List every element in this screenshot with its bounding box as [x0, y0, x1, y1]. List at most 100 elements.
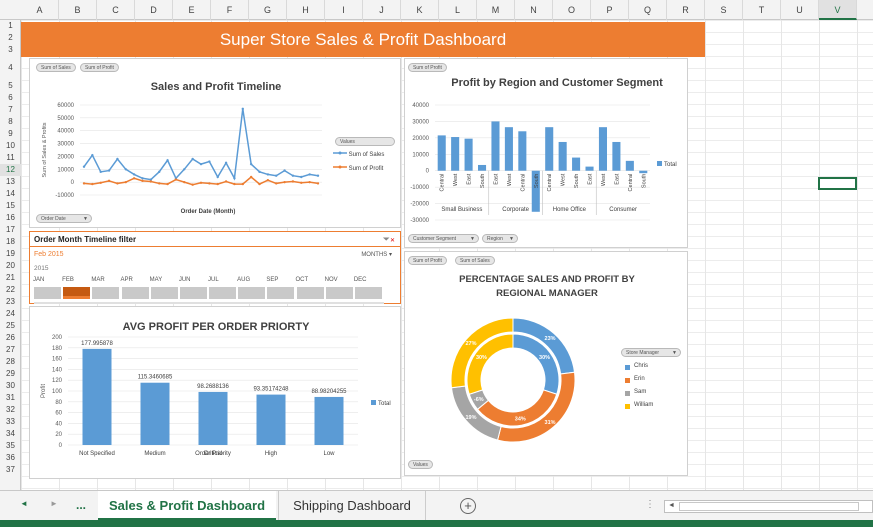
scroll-tabs-left-icon[interactable]: ◄	[20, 499, 28, 508]
month-bar-apr[interactable]	[121, 287, 149, 299]
row-header-29[interactable]: 29	[0, 368, 21, 380]
more-sheets-button[interactable]: ...	[76, 498, 86, 512]
tab-shipping-dashboard[interactable]: Shipping Dashboard	[278, 491, 426, 521]
row-header-34[interactable]: 34	[0, 428, 21, 440]
column-header-O[interactable]: O	[553, 0, 591, 20]
month-label-aug: AUG	[237, 277, 251, 283]
row-header-22[interactable]: 22	[0, 284, 21, 296]
row-header-37[interactable]: 37	[0, 464, 21, 476]
month-bar-nov[interactable]	[325, 287, 353, 299]
row-header-13[interactable]: 13	[0, 176, 21, 188]
column-header-M[interactable]: M	[477, 0, 515, 20]
row-header-18[interactable]: 18	[0, 236, 21, 248]
row-header-30[interactable]: 30	[0, 380, 21, 392]
row-header-21[interactable]: 21	[0, 272, 21, 284]
row-header-2[interactable]: 2	[0, 32, 21, 44]
selected-cell-outline[interactable]	[818, 177, 857, 190]
timeline-level-dropdown[interactable]: MONTHS ▾	[361, 251, 392, 258]
row-header-17[interactable]: 17	[0, 224, 21, 236]
tab-split-handle[interactable]: ⋮	[645, 499, 655, 510]
column-header-I[interactable]: I	[325, 0, 363, 20]
month-bar-dec[interactable]	[354, 287, 382, 299]
row-header-35[interactable]: 35	[0, 440, 21, 452]
clear-filter-icon[interactable]: ⏷✕	[383, 234, 395, 245]
column-header-T[interactable]: T	[743, 0, 781, 20]
row-header-19[interactable]: 19	[0, 248, 21, 260]
column-header-P[interactable]: P	[591, 0, 629, 20]
column-header-E[interactable]: E	[173, 0, 211, 20]
column-header-B[interactable]: B	[59, 0, 97, 20]
row-header-8[interactable]: 8	[0, 116, 21, 128]
month-bar-may[interactable]	[150, 287, 178, 299]
row-header-7[interactable]: 7	[0, 104, 21, 116]
timeline-scrollbar[interactable]	[34, 302, 384, 304]
tab-sales-profit-dashboard[interactable]: Sales & Profit Dashboard	[98, 491, 276, 521]
month-bar-mar[interactable]	[92, 287, 120, 299]
row-header-28[interactable]: 28	[0, 356, 21, 368]
column-header-L[interactable]: L	[439, 0, 477, 20]
column-header-R[interactable]: R	[667, 0, 705, 20]
row-header-4[interactable]: 4	[0, 56, 21, 80]
data-point	[216, 175, 219, 179]
month-bar-oct[interactable]	[296, 287, 324, 299]
column-header-D[interactable]: D	[135, 0, 173, 20]
values-legend-pill[interactable]: Values	[335, 137, 395, 146]
avg-profit-priority-chart[interactable]: AVG PROFIT PER ORDER PRIORTY 0 20 40 60 80 10…	[29, 306, 401, 479]
row-header-15[interactable]: 15	[0, 200, 21, 212]
row-header-24[interactable]: 24	[0, 308, 21, 320]
row-header-6[interactable]: 6	[0, 92, 21, 104]
row-header-9[interactable]: 9	[0, 128, 21, 140]
sales-line-icon	[333, 151, 347, 155]
column-header-N[interactable]: N	[515, 0, 553, 20]
row-header-12[interactable]: 12	[0, 164, 21, 176]
regional-manager-donut-chart[interactable]: Sum of Profit Sum of Sales PERCENTAGE SA…	[404, 251, 688, 476]
row-header-11[interactable]: 11	[0, 152, 21, 164]
values-pill[interactable]: Values	[408, 460, 433, 469]
column-header-S[interactable]: S	[705, 0, 743, 20]
month-bar-aug[interactable]	[238, 287, 266, 299]
order-date-filter-pill[interactable]: Order Date ▼	[36, 214, 92, 223]
scrollbar-thumb[interactable]	[679, 502, 859, 511]
row-header-23[interactable]: 23	[0, 296, 21, 308]
row-header-26[interactable]: 26	[0, 332, 21, 344]
month-bar-jan[interactable]	[34, 287, 62, 299]
order-month-timeline-filter[interactable]: Order Month Timeline filter ⏷✕ Feb 2015 …	[29, 231, 401, 304]
row-header-33[interactable]: 33	[0, 416, 21, 428]
row-header-10[interactable]: 10	[0, 140, 21, 152]
row-header-1[interactable]: 1	[0, 20, 21, 32]
row-header-5[interactable]: 5	[0, 80, 21, 92]
row-header-31[interactable]: 31	[0, 392, 21, 404]
month-bars[interactable]	[33, 287, 383, 299]
store-manager-filter[interactable]: Store Manager ▼	[621, 348, 681, 357]
horizontal-scrollbar[interactable]: ◄	[664, 500, 873, 513]
scroll-tabs-right-icon[interactable]: ►	[50, 499, 58, 508]
row-header-32[interactable]: 32	[0, 404, 21, 416]
row-header-36[interactable]: 36	[0, 452, 21, 464]
column-header-J[interactable]: J	[363, 0, 401, 20]
column-header-F[interactable]: F	[211, 0, 249, 20]
month-bar-jul[interactable]	[209, 287, 237, 299]
column-header-G[interactable]: G	[249, 0, 287, 20]
row-header-14[interactable]: 14	[0, 188, 21, 200]
column-header-K[interactable]: K	[401, 0, 439, 20]
month-bar-sep[interactable]	[267, 287, 295, 299]
customer-segment-filter[interactable]: Customer Segment ▼	[408, 234, 479, 243]
profit-by-region-chart[interactable]: Sum of Profit Profit by Region and Custo…	[404, 58, 688, 248]
sales-profit-timeline-chart[interactable]: Sum of Sales Sum of Profit Sales and Pro…	[29, 58, 401, 228]
region-filter[interactable]: Region ▼	[482, 234, 518, 243]
column-header-Q[interactable]: Q	[629, 0, 667, 20]
add-sheet-button[interactable]: +	[460, 498, 476, 514]
month-bar-jun[interactable]	[179, 287, 207, 299]
row-header-25[interactable]: 25	[0, 320, 21, 332]
month-bar-feb[interactable]	[63, 287, 91, 299]
row-header-20[interactable]: 20	[0, 260, 21, 272]
column-header-U[interactable]: U	[781, 0, 819, 20]
row-header-16[interactable]: 16	[0, 212, 21, 224]
row-header-3[interactable]: 3	[0, 44, 21, 56]
column-header-A[interactable]: A	[21, 0, 59, 20]
row-header-27[interactable]: 27	[0, 344, 21, 356]
column-header-C[interactable]: C	[97, 0, 135, 20]
column-header-H[interactable]: H	[287, 0, 325, 20]
column-header-V[interactable]: V	[819, 0, 857, 20]
scroll-left-icon[interactable]: ◄	[668, 502, 675, 509]
